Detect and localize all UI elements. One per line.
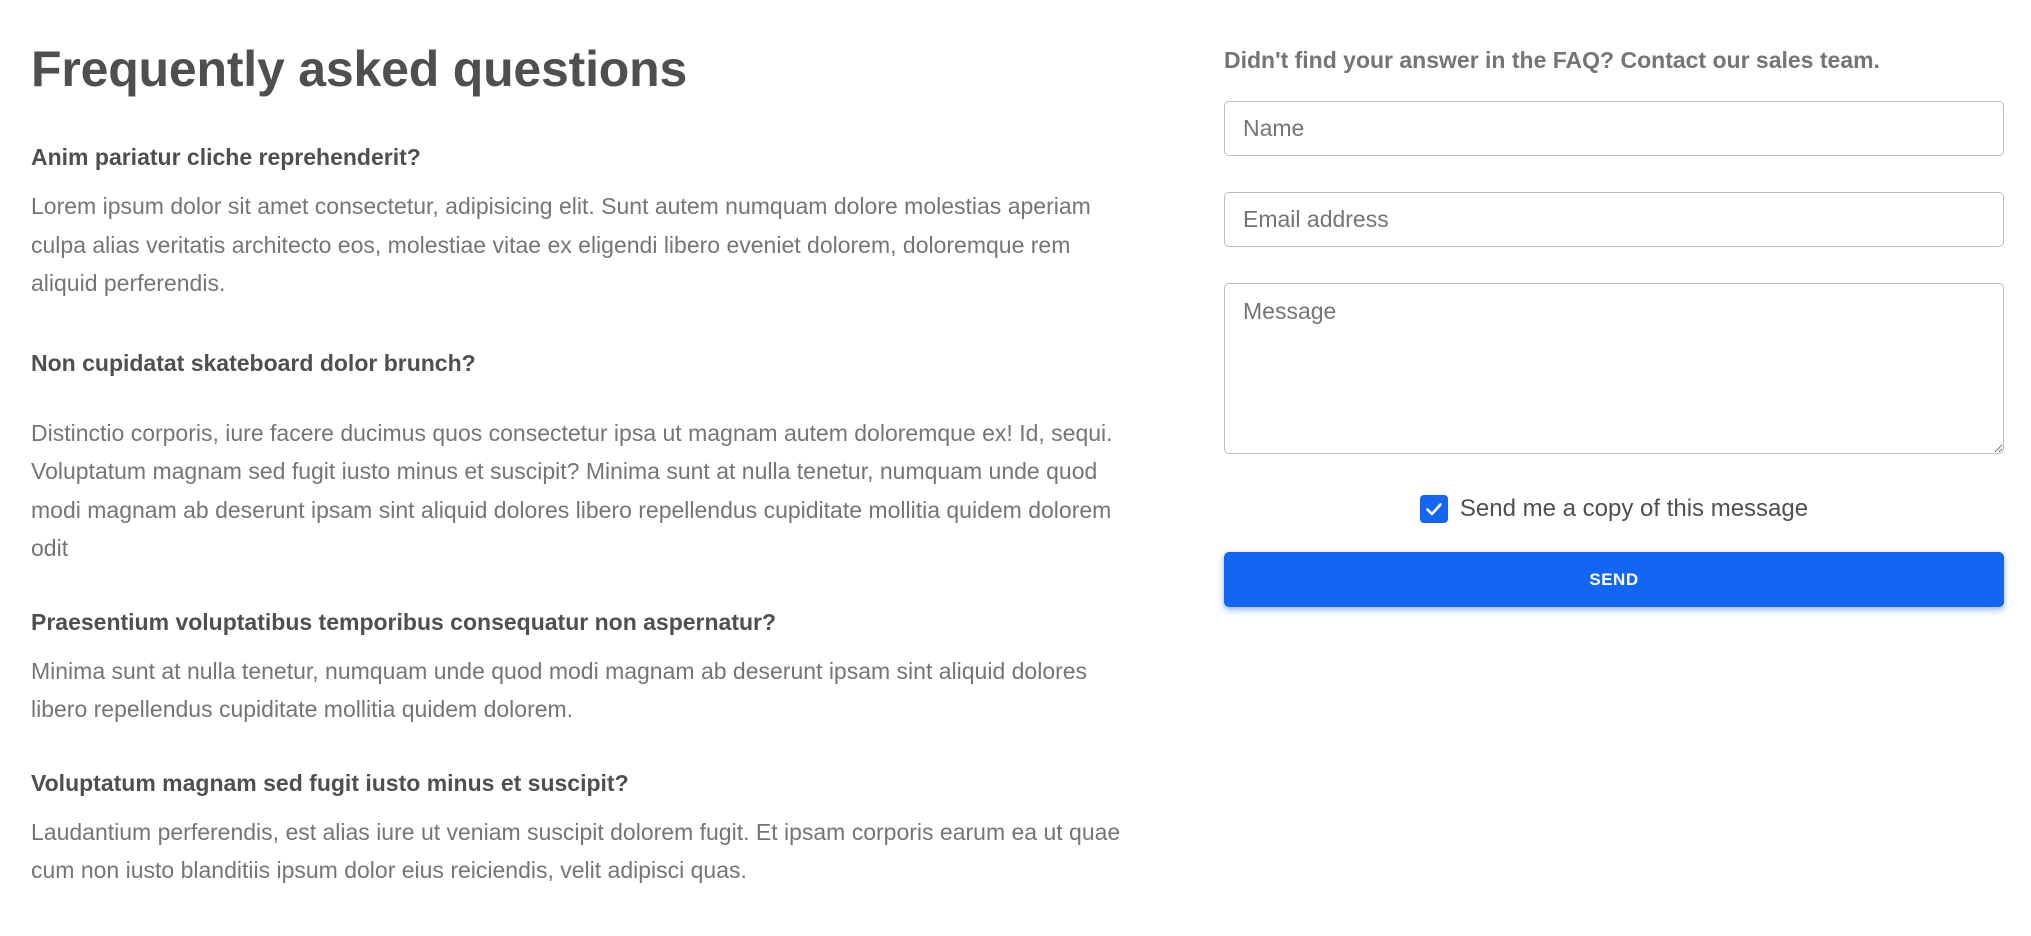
faq-section: Frequently asked questions Anim pariatur… bbox=[31, 36, 1131, 890]
contact-form: Didn't find your answer in the FAQ? Cont… bbox=[1224, 42, 2004, 607]
faq-question: Praesentium voluptatibus temporibus cons… bbox=[31, 608, 777, 635]
send-button[interactable]: SEND bbox=[1224, 552, 2004, 607]
faq-question: Anim pariatur cliche reprehenderit? bbox=[31, 144, 421, 170]
faq-title: Frequently asked questions bbox=[31, 41, 688, 97]
faq-item: Anim pariatur cliche reprehenderit? Lore… bbox=[31, 141, 1131, 303]
faq-answer: Distinctio corporis, iure facere ducimus… bbox=[31, 419, 1113, 562]
faq-item: Non cupidatat skateboard dolor brunch? D… bbox=[31, 347, 1131, 568]
check-icon bbox=[1426, 503, 1442, 516]
faq-answer: Minima sunt at nulla tenetur, numquam un… bbox=[31, 657, 1088, 723]
copy-checkbox-label[interactable]: Send me a copy of this message bbox=[1460, 495, 1808, 523]
faq-item: Voluptatum magnam sed fugit iusto minus … bbox=[31, 767, 1131, 890]
email-input[interactable] bbox=[1224, 192, 2004, 247]
faq-answer: Lorem ipsum dolor sit amet consectetur, … bbox=[31, 193, 1091, 296]
faq-question: Voluptatum magnam sed fugit iusto minus … bbox=[31, 769, 629, 796]
contact-heading: Didn't find your answer in the FAQ? Cont… bbox=[1224, 47, 1880, 73]
copy-checkbox-row: Send me a copy of this message bbox=[1224, 494, 2004, 524]
faq-item: Praesentium voluptatibus temporibus cons… bbox=[31, 606, 1131, 729]
faq-answer: Laudantium perferendis, est alias iure u… bbox=[31, 818, 1121, 884]
name-input[interactable] bbox=[1224, 101, 2004, 156]
faq-question: Non cupidatat skateboard dolor brunch? bbox=[31, 349, 476, 376]
copy-checkbox[interactable] bbox=[1419, 495, 1448, 523]
message-textarea[interactable] bbox=[1224, 283, 2004, 454]
